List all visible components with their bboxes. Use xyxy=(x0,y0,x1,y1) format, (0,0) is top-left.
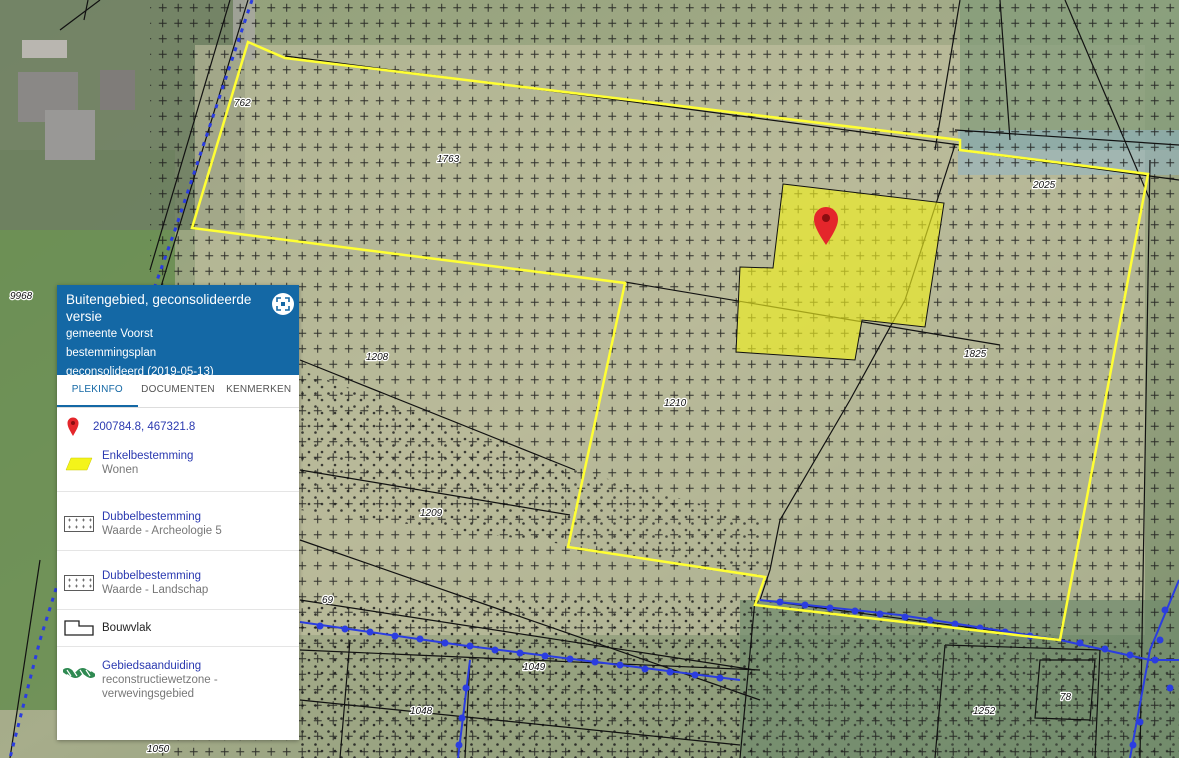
parcel-label: 1209 xyxy=(420,508,443,519)
info-item-title: Gebiedsaanduiding xyxy=(102,660,202,672)
farm-building-3 xyxy=(45,110,95,160)
yellow-parallelogram-icon xyxy=(65,457,93,471)
parcel-label: 9968 xyxy=(10,291,33,302)
info-item-subtitle: Waarde - Archeologie 5 xyxy=(102,525,222,537)
info-item-subtitle: reconstructiewetzone - verwevingsgebied xyxy=(102,674,218,700)
building-outline-icon xyxy=(64,620,94,636)
green-hatch-icon xyxy=(63,668,95,678)
parcel-label: 69 xyxy=(322,595,334,606)
parcel-label: 2025 xyxy=(1032,180,1056,191)
coordinates-link[interactable]: 200784.8, 467321.8 xyxy=(93,421,195,433)
parcel-label: 1825 xyxy=(964,349,987,360)
plan-info-panel: Buitengebied, geconsolideerde versie gem… xyxy=(57,285,299,740)
fullscreen-button[interactable] xyxy=(272,293,294,315)
farm-building-1 xyxy=(22,40,67,58)
info-item-enkelbestemming[interactable]: Enkelbestemming Wonen xyxy=(57,446,299,492)
info-item-title: Dubbelbestemming xyxy=(102,511,202,523)
dotted-grid-icon xyxy=(64,516,94,532)
info-item-subtitle: Waarde - Landschap xyxy=(102,584,209,596)
plan-title: Buitengebied, geconsolideerde versie xyxy=(66,292,252,324)
info-item-bouwvlak[interactable]: Bouwvlak xyxy=(57,610,299,647)
parcel-label: 1210 xyxy=(664,398,687,409)
parcel-label: 1050 xyxy=(147,744,170,755)
fullscreen-icon xyxy=(276,297,290,311)
plan-status-label: geconsolideerd (2019-05-13) xyxy=(66,366,214,378)
info-item-dubbelbestemming-landschap[interactable]: Dubbelbestemming Waarde - Landschap xyxy=(57,551,299,610)
info-item-subtitle: Wonen xyxy=(102,464,139,476)
info-item-title: Bouwvlak xyxy=(102,622,152,634)
parcel-label: 1763 xyxy=(437,154,460,165)
parcel-label: 1208 xyxy=(366,352,389,363)
parcel-label: 1049 xyxy=(523,662,546,673)
info-item-dubbelbestemming-archeologie[interactable]: Dubbelbestemming Waarde - Archeologie 5 xyxy=(57,492,299,551)
parcel-label: 762 xyxy=(234,98,251,109)
parcel-label: 1048 xyxy=(410,706,433,717)
cross-grid-icon xyxy=(64,575,94,591)
parcel-label: 78 xyxy=(1060,692,1072,703)
plan-type-label: bestemmingsplan xyxy=(66,347,157,359)
coordinate-row: 200784.8, 467321.8 xyxy=(57,408,299,446)
farm-building-4 xyxy=(100,70,135,110)
info-item-title: Dubbelbestemming xyxy=(102,570,202,582)
panel-header: Buitengebied, geconsolideerde versie gem… xyxy=(57,285,299,378)
info-item-gebiedsaanduiding[interactable]: Gebiedsaanduiding reconstructiewetzone -… xyxy=(57,647,299,711)
municipality-label: gemeente Voorst xyxy=(66,328,153,340)
location-pin-icon xyxy=(67,417,79,436)
zoning-archeologie-dots-south xyxy=(300,600,760,758)
parcel-label: 1252 xyxy=(973,706,996,717)
info-item-title: Enkelbestemming xyxy=(102,450,194,462)
